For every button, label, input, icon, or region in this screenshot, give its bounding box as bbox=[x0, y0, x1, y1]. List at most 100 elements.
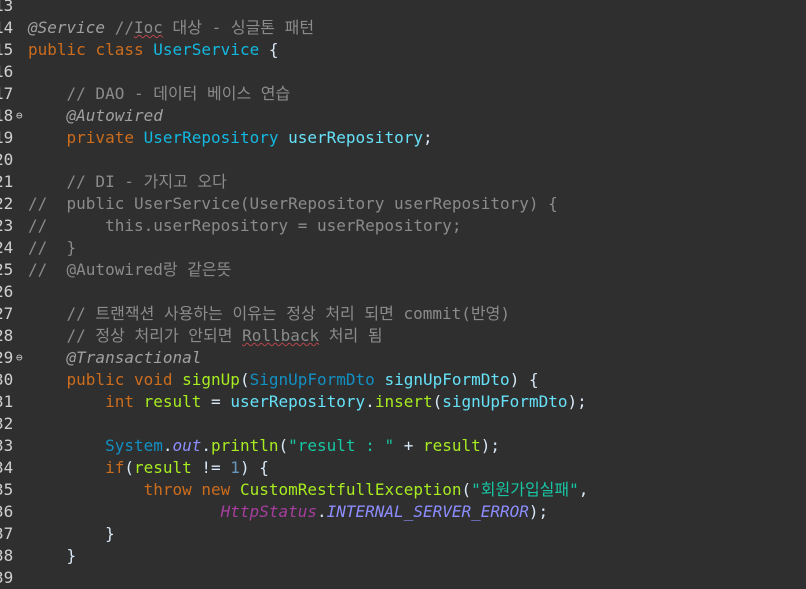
line-number: 14 bbox=[0, 18, 14, 37]
code-line[interactable]: 34 if(result != 1) { bbox=[0, 457, 806, 479]
code-token: ) { bbox=[239, 458, 269, 477]
line-number: 16 bbox=[0, 62, 14, 81]
code-token: if bbox=[105, 458, 125, 477]
line-number: 31 bbox=[0, 392, 14, 411]
code-line[interactable]: 16 bbox=[0, 61, 806, 83]
fold-toggle-icon[interactable]: ⊖ bbox=[16, 347, 23, 369]
code-token: Rollback bbox=[242, 326, 320, 345]
code-token: 대상 - 싱글톤 패턴 bbox=[162, 18, 315, 37]
code-line[interactable]: 18⊖ @Autowired bbox=[0, 105, 806, 127]
code-token: ; bbox=[422, 128, 433, 147]
code-token: void bbox=[133, 370, 173, 389]
code-token: // DI - 가지고 오다 bbox=[28, 172, 227, 191]
code-text: public class UserService { bbox=[28, 39, 278, 61]
code-line[interactable]: 25 // @Autowired랑 같은뜻 bbox=[0, 259, 806, 281]
code-text: public void signUp(SignUpFormDto signUpF… bbox=[28, 369, 539, 391]
code-token: // bbox=[105, 18, 134, 37]
code-line[interactable]: 15 public class UserService { bbox=[0, 39, 806, 61]
code-line[interactable]: 26 bbox=[0, 281, 806, 303]
code-line[interactable]: 37 } bbox=[0, 523, 806, 545]
code-token: ); bbox=[567, 392, 587, 411]
code-token: ( bbox=[432, 392, 443, 411]
code-line[interactable]: 38 } bbox=[0, 545, 806, 567]
code-line[interactable]: 13 bbox=[0, 0, 806, 17]
code-token: SignUpFormDto bbox=[249, 370, 375, 389]
code-text: if(result != 1) { bbox=[28, 457, 269, 479]
code-token: , bbox=[578, 480, 589, 499]
code-token: @Service bbox=[28, 18, 106, 37]
code-text: HttpStatus.INTERNAL_SERVER_ERROR); bbox=[28, 501, 549, 523]
code-line[interactable]: 35 throw new CustomRestfullException("회원… bbox=[0, 479, 806, 501]
code-token: 처리 됨 bbox=[319, 326, 383, 345]
line-number: 25 bbox=[0, 260, 14, 279]
code-token: signUp bbox=[182, 370, 240, 389]
code-line[interactable]: 32 bbox=[0, 413, 806, 435]
code-line[interactable]: 19 private UserRepository userRepository… bbox=[0, 127, 806, 149]
code-line[interactable]: 36 HttpStatus.INTERNAL_SERVER_ERROR); bbox=[0, 501, 806, 523]
code-token: signUpFormDto bbox=[384, 370, 510, 389]
code-text: @Service //Ioc 대상 - 싱글톤 패턴 bbox=[28, 17, 314, 39]
code-text: int result = userRepository.insert(signU… bbox=[28, 391, 587, 413]
code-line[interactable]: 23 // this.userRepository = userRepositor… bbox=[0, 215, 806, 237]
code-line[interactable]: 14 @Service //Ioc 대상 - 싱글톤 패턴 bbox=[0, 17, 806, 39]
line-number: 21 bbox=[0, 172, 14, 191]
code-text: // 정상 처리가 안되면 Rollback 처리 됨 bbox=[28, 325, 383, 347]
code-token: insert bbox=[374, 392, 433, 411]
code-line[interactable]: 29⊖ @Transactional bbox=[0, 347, 806, 369]
code-token: 1 bbox=[230, 458, 240, 477]
code-token: println bbox=[211, 436, 279, 455]
line-number: 34 bbox=[0, 458, 14, 477]
code-line[interactable]: 22 // public UserService(UserRepository u… bbox=[0, 193, 806, 215]
code-token: ); bbox=[480, 436, 501, 455]
code-text: // } bbox=[28, 237, 76, 259]
line-number: 28 bbox=[0, 326, 14, 345]
code-token: // this.userRepository = userRepository; bbox=[28, 216, 462, 235]
code-token: new bbox=[201, 480, 231, 499]
code-token: ) { bbox=[509, 370, 539, 389]
code-token: ); bbox=[528, 502, 549, 521]
code-line[interactable]: 39 bbox=[0, 567, 806, 589]
code-token: "회원가입실패" bbox=[471, 480, 579, 499]
code-line[interactable]: 21 // DI - 가지고 오다 bbox=[0, 171, 806, 193]
code-token: } bbox=[28, 524, 115, 543]
code-token: // @Autowired랑 같은뜻 bbox=[28, 260, 232, 279]
code-line[interactable]: 17 // DAO - 데이터 베이스 연습 bbox=[0, 83, 806, 105]
code-token: { bbox=[259, 40, 279, 59]
code-token: UserService bbox=[153, 40, 260, 59]
code-token: + bbox=[394, 436, 423, 455]
line-number: 33 bbox=[0, 436, 14, 455]
code-token: result bbox=[143, 392, 202, 411]
code-line[interactable]: 33 System.out.println("result : " + resu… bbox=[0, 435, 806, 457]
code-line[interactable]: 28 // 정상 처리가 안되면 Rollback 처리 됨 bbox=[0, 325, 806, 347]
fold-toggle-icon[interactable]: ⊖ bbox=[16, 105, 23, 127]
code-text: // DI - 가지고 오다 bbox=[28, 171, 227, 193]
code-editor[interactable]: 13 14 @Service //Ioc 대상 - 싱글톤 패턴 15 public c… bbox=[0, 0, 806, 589]
code-token: private bbox=[66, 128, 134, 147]
code-text: } bbox=[28, 523, 115, 545]
code-text: // 트랜잭션 사용하는 이유는 정상 처리 되면 commit(반영) bbox=[28, 303, 510, 325]
code-text: } bbox=[28, 545, 77, 567]
code-token: ( bbox=[124, 458, 134, 477]
code-token: signUpFormDto bbox=[442, 392, 568, 411]
code-line[interactable]: 31 int result = userRepository.insert(si… bbox=[0, 391, 806, 413]
code-token: class bbox=[95, 40, 144, 59]
code-text: // DAO - 데이터 베이스 연습 bbox=[28, 83, 291, 105]
code-line[interactable]: 27 // 트랜잭션 사용하는 이유는 정상 처리 되면 commit(반영) bbox=[0, 303, 806, 325]
line-number: 26 bbox=[0, 282, 14, 301]
code-line[interactable]: 24 // } bbox=[0, 237, 806, 259]
code-token: } bbox=[28, 546, 77, 565]
line-number: 13 bbox=[0, 0, 14, 15]
line-number: 27 bbox=[0, 304, 14, 323]
code-line[interactable]: 30 public void signUp(SignUpFormDto sign… bbox=[0, 369, 806, 391]
line-number: 35 bbox=[0, 480, 14, 499]
code-line[interactable]: 20 bbox=[0, 149, 806, 171]
code-token: int bbox=[105, 392, 134, 411]
